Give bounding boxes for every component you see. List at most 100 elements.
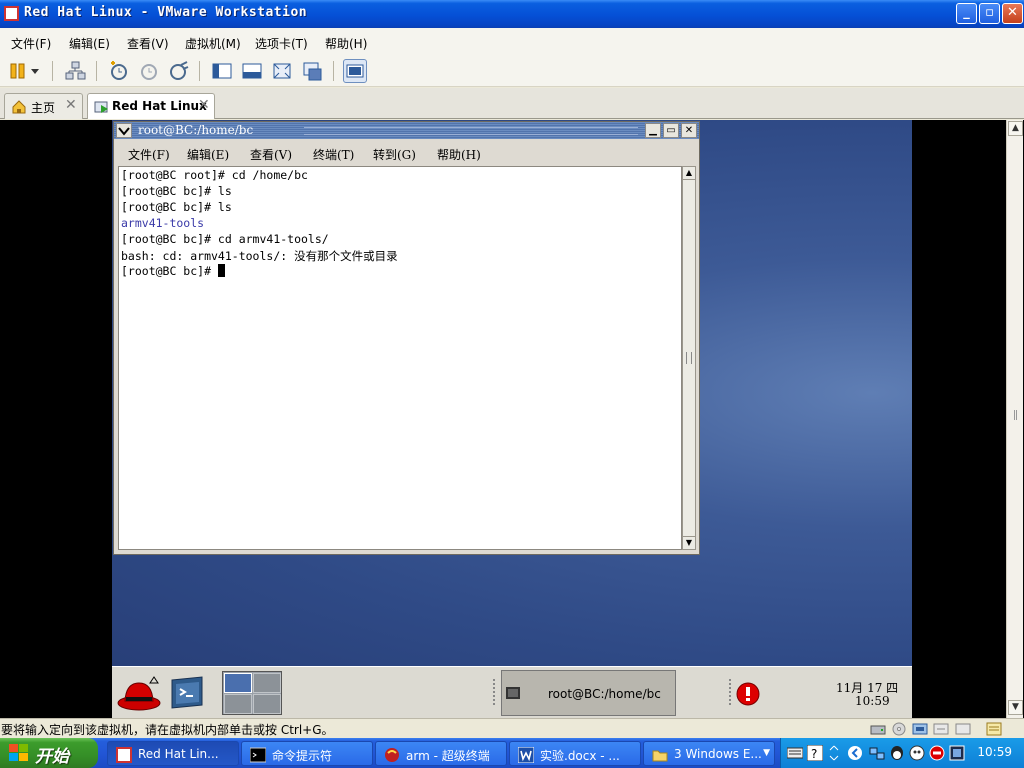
redhat-menu-icon[interactable] [116,671,162,715]
window-titlebar[interactable]: Red Hat Linux - VMware Workstation _ ▫ ✕ [0,0,1024,28]
dropdown-arrow-icon[interactable] [28,59,42,83]
terminal-line: [root@BC root]# cd /home/bc [121,168,308,182]
terminal-close-button[interactable]: ✕ [681,123,697,138]
workspace-switcher[interactable] [222,671,282,715]
menu-help[interactable]: 帮助(H) [325,35,367,52]
taskbar-entry-terminal[interactable]: root@BC:/home/bc [501,670,676,716]
menubar: 文件(F) 编辑(E) 查看(V) 虚拟机(M) 选项卡(T) 帮助(H) [0,28,1024,55]
revert-snapshot-icon[interactable] [137,59,161,83]
tab-bar: 主页 ✕ Red Hat Linux ✕ [0,88,1024,119]
scroll-thumb-grip[interactable] [1014,410,1017,420]
terminal-menu-help[interactable]: 帮助(H) [437,146,481,163]
close-icon[interactable]: ✕ [198,97,210,113]
vmware-tray-icon[interactable] [949,745,965,761]
task-word-document[interactable]: 实验.docx - ... [509,741,641,766]
guest-panel: root@BC:/home/bc 11月 17 四 10:59 [112,666,912,718]
scroll-down-button[interactable]: ▼ [1008,700,1023,715]
network-connection-icon[interactable] [869,745,885,761]
terminal-menu-terminal[interactable]: 终端(T) [313,146,354,163]
task-label: 实验.docx - ... [540,749,620,763]
menu-edit[interactable]: 编辑(E) [69,35,110,52]
window-menu-icon[interactable] [116,123,132,138]
terminal-line-directory: armv41-tools [121,216,205,230]
word-icon [517,746,535,766]
menu-vm[interactable]: 虚拟机(M) [185,35,241,52]
panel-handle[interactable] [729,679,733,705]
terminal-line: [root@BC bc]# cd armv41-tools/ [121,232,329,246]
terminal-screen[interactable]: [root@BC root]# cd /home/bc [root@BC bc]… [118,166,682,550]
keyboard-icon[interactable] [786,746,804,760]
tab-red-hat-linux[interactable]: Red Hat Linux ✕ [87,93,215,119]
cd-rom-icon[interactable] [891,722,907,736]
messenger-icon[interactable] [909,745,925,761]
vmware-app-icon[interactable] [4,6,19,21]
menu-view[interactable]: 查看(V) [127,35,169,52]
windows-taskbar: 开始 Red Hat Lin... 命令提示符 arm - 超级终端 实验.do… [0,738,1024,768]
usb-controller-icon[interactable] [933,722,949,736]
show-hidden-icons-button[interactable] [847,745,863,761]
workspace-1[interactable] [224,673,252,693]
workspace-4[interactable] [253,694,281,714]
toolbar-separator [96,61,97,81]
menu-tabs[interactable]: 选项卡(T) [255,35,308,52]
home-icon [11,99,27,118]
terminal-line: [root@BC bc]# ls [121,184,232,198]
svg-text:?: ? [811,747,817,761]
network-icon[interactable] [63,59,87,83]
task-hyperterminal[interactable]: arm - 超级终端 [375,741,507,766]
terminal-menu-go[interactable]: 转到(G) [373,146,416,163]
task-command-prompt[interactable]: 命令提示符 [241,741,373,766]
cmd-icon [249,747,267,766]
unity-icon[interactable] [300,59,324,83]
titlebar-grip [304,127,638,135]
start-button[interactable]: 开始 [0,738,98,768]
terminal-scrollbar[interactable]: ▲ ▼ [682,166,696,550]
task-windows-explorer-group[interactable]: 3 Windows E... ▼ [643,741,775,766]
message-log-icon[interactable] [986,722,1002,736]
terminal-menu-view[interactable]: 查看(V) [250,146,292,163]
terminal-menu-edit[interactable]: 编辑(E) [187,146,229,163]
tab-home[interactable]: 主页 ✕ [4,93,83,119]
terminal-menu-file[interactable]: 文件(F) [128,146,170,163]
workspace-2[interactable] [253,673,281,693]
sound-card-icon[interactable] [955,722,971,736]
scroll-up-button[interactable]: ▲ [1008,121,1023,136]
terminal-launcher-icon[interactable] [168,674,206,712]
terminal-scroll-up[interactable]: ▲ [683,167,695,180]
vm-vertical-scrollbar[interactable]: ▲ ▼ [1006,120,1023,718]
normal-view-icon[interactable] [210,59,234,83]
quick-switch-icon[interactable] [240,59,264,83]
qq-icon[interactable] [889,745,905,761]
minimize-button[interactable]: _ [956,3,977,24]
system-tray: ? 10:59 [780,738,1024,768]
task-red-hat-linux[interactable]: Red Hat Lin... [107,741,239,766]
input-method-icon[interactable] [827,744,841,762]
hard-disk-icon[interactable] [870,722,886,736]
snapshot-icon[interactable] [107,59,131,83]
terminal-maximize-button[interactable]: ▭ [663,123,679,138]
help-icon[interactable]: ? [806,744,824,762]
maximize-button[interactable]: ▫ [979,3,1000,24]
panel-handle[interactable] [493,679,497,705]
snapshot-manager-icon[interactable] [167,59,191,83]
group-dropdown-icon[interactable]: ▼ [763,748,770,758]
hyperterminal-icon [384,747,400,766]
terminal-prompt: [root@BC bc]# [121,264,218,278]
close-button[interactable]: ✕ [1002,3,1023,24]
terminal-titlebar[interactable]: root@BC:/home/bc ▁ ▭ ✕ [114,122,699,139]
terminal-window[interactable]: root@BC:/home/bc ▁ ▭ ✕ 文件(F) 编辑(E) 查看(V)… [113,121,700,555]
security-icon[interactable] [929,745,945,761]
workspace-3[interactable] [224,694,252,714]
close-icon[interactable]: ✕ [65,97,77,113]
full-screen-icon[interactable] [270,59,294,83]
terminal-minimize-button[interactable]: ▁ [645,123,661,138]
terminal-scroll-down[interactable]: ▼ [683,536,695,549]
network-adapter-icon[interactable] [912,722,928,736]
suspend-icon[interactable] [6,59,30,83]
toolbar-separator [333,61,334,81]
update-alert-icon[interactable] [736,682,760,706]
menu-file[interactable]: 文件(F) [11,35,51,52]
console-view-icon[interactable] [343,59,367,83]
status-message: 要将输入定向到该虚拟机，请在虚拟机内部单击或按 Ctrl+G。 [1,723,334,737]
terminal-scroll-grip[interactable] [686,352,692,364]
